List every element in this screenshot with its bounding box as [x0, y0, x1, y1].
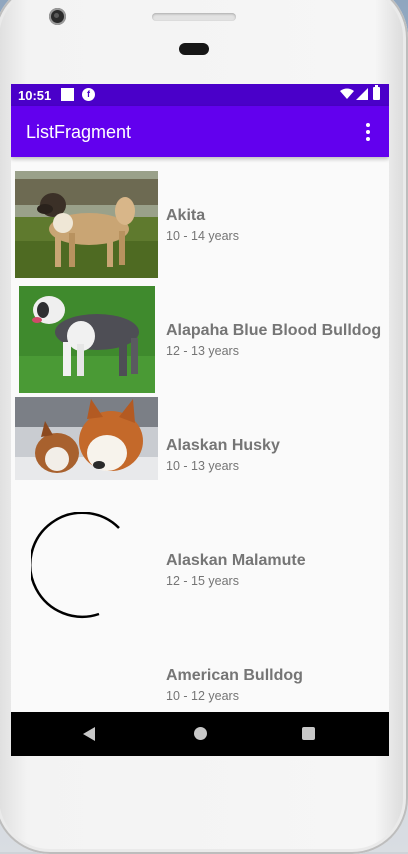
status-bar: 10:51 f — [11, 84, 389, 106]
device-screen: 10:51 f ListFragment Akita 10 - 14 years… — [11, 84, 389, 756]
breed-name: Alaskan Malamute — [166, 552, 306, 569]
alapaha-bulldog-photo — [19, 286, 155, 393]
list-item[interactable]: Alaskan Husky 10 - 13 years — [11, 387, 389, 502]
breed-lifespan: 10 - 13 years — [166, 459, 239, 473]
loading-spinner — [31, 512, 120, 619]
recents-icon[interactable] — [302, 727, 315, 740]
stop-square-icon — [61, 88, 74, 101]
list-item[interactable]: American Bulldog 10 - 12 years — [11, 617, 389, 712]
battery-icon — [373, 85, 380, 100]
system-nav-bar — [11, 712, 389, 756]
overflow-menu-icon[interactable] — [361, 122, 375, 142]
notification-f-icon: f — [82, 88, 95, 101]
wifi-icon — [340, 88, 354, 99]
breed-lifespan: 10 - 12 years — [166, 689, 239, 703]
earpiece-speaker — [152, 13, 236, 21]
back-icon[interactable] — [83, 727, 95, 741]
list-item[interactable]: Alapaha Blue Blood Bulldog 12 - 13 years — [11, 272, 389, 393]
breed-lifespan: 12 - 15 years — [166, 574, 239, 588]
home-icon[interactable] — [194, 727, 207, 740]
app-title: ListFragment — [26, 122, 132, 142]
proximity-sensor — [179, 43, 209, 55]
breed-name: Alapaha Blue Blood Bulldog — [166, 322, 382, 339]
breed-lifespan: 12 - 13 years — [166, 344, 239, 358]
breed-name: Alaskan Husky — [166, 437, 280, 454]
list-item[interactable]: Alaskan Malamute 12 - 15 years — [11, 502, 389, 619]
alaskan-husky-photo — [15, 397, 158, 480]
front-camera-icon — [49, 8, 66, 25]
list-item[interactable]: Akita 10 - 14 years — [11, 157, 389, 278]
breed-list[interactable]: Akita 10 - 14 years Alapaha Blue Blood B… — [11, 157, 389, 712]
akita-photo — [15, 171, 158, 278]
status-time: 10:51 — [18, 88, 52, 103]
breed-lifespan: 10 - 14 years — [166, 229, 239, 243]
signal-icon — [356, 88, 368, 100]
breed-name: Akita — [166, 207, 206, 224]
app-bar: ListFragment — [11, 106, 389, 157]
breed-name: American Bulldog — [166, 667, 303, 684]
